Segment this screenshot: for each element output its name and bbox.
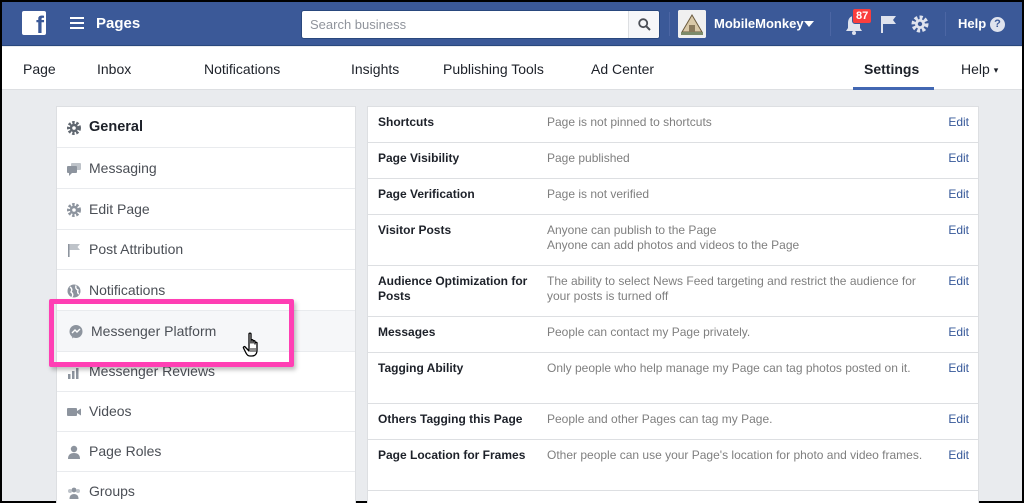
tab-settings[interactable]: Settings bbox=[864, 61, 919, 77]
notification-badge: 87 bbox=[852, 8, 873, 24]
settings-row-others-tagging: Others Tagging this Page People and othe… bbox=[368, 404, 978, 440]
tab-inbox[interactable]: Inbox bbox=[97, 61, 131, 77]
flag-icon[interactable] bbox=[880, 15, 898, 33]
edit-link[interactable]: Edit bbox=[948, 274, 969, 289]
search-input[interactable] bbox=[302, 11, 628, 38]
search-box bbox=[301, 10, 660, 39]
settings-row-shortcuts: Shortcuts Page is not pinned to shortcut… bbox=[368, 107, 978, 143]
edit-link[interactable]: Edit bbox=[948, 151, 969, 166]
tab-help[interactable]: Help ▾ bbox=[961, 61, 998, 77]
sidebar-item-label: General bbox=[89, 119, 143, 135]
setting-value: Anyone can publish to the Page Anyone ca… bbox=[547, 223, 800, 252]
sidebar-item-label: Groups bbox=[89, 483, 135, 499]
chevron-down-icon bbox=[804, 21, 814, 27]
facebook-logo-icon[interactable]: f bbox=[22, 11, 46, 35]
setting-value: Page is not verified bbox=[547, 187, 650, 201]
settings-row-messages: Messages People can contact my Page priv… bbox=[368, 317, 978, 353]
edit-link[interactable]: Edit bbox=[948, 412, 969, 427]
sidebar-item-groups[interactable]: Groups bbox=[57, 471, 355, 503]
setting-name: Messages bbox=[378, 325, 436, 339]
hand-pointer-cursor-icon bbox=[242, 332, 258, 357]
settings-row-tagging-ability: Tagging Ability Only people who help man… bbox=[368, 353, 978, 404]
tab-insights[interactable]: Insights bbox=[351, 61, 399, 77]
caret-down-icon: ▾ bbox=[993, 65, 999, 75]
setting-name: Page Verification bbox=[378, 187, 475, 201]
edit-link[interactable]: Edit bbox=[948, 448, 969, 463]
gear-icon[interactable] bbox=[910, 14, 930, 34]
people-icon bbox=[68, 487, 80, 499]
chat-bubbles-icon bbox=[67, 163, 81, 176]
setting-value: People can contact my Page privately. bbox=[547, 325, 751, 339]
sidebar-item-general[interactable]: General bbox=[57, 107, 355, 148]
app-title[interactable]: Pages bbox=[96, 15, 140, 32]
sidebar-item-page-roles[interactable]: Page Roles bbox=[57, 431, 355, 472]
setting-name: Visitor Posts bbox=[378, 223, 452, 237]
gear-icon bbox=[67, 203, 81, 217]
search-icon bbox=[638, 18, 651, 31]
setting-value: People and other Pages can tag my Page. bbox=[547, 412, 773, 426]
setting-name: Page Visibility bbox=[378, 151, 460, 165]
setting-name: Tagging Ability bbox=[378, 361, 464, 375]
avatar bbox=[678, 10, 706, 38]
sidebar-item-messaging[interactable]: Messaging bbox=[57, 148, 355, 189]
person-icon bbox=[68, 445, 80, 459]
divider bbox=[945, 12, 946, 36]
general-settings-table: Shortcuts Page is not pinned to shortcut… bbox=[367, 106, 979, 503]
sidebar-item-label: Videos bbox=[89, 403, 132, 419]
edit-link[interactable]: Edit bbox=[948, 361, 969, 376]
top-bar: f Pages MobileMonkey 87 bbox=[2, 2, 1022, 46]
tab-help-label: Help bbox=[961, 61, 990, 77]
gear-icon bbox=[67, 121, 81, 135]
flag-icon bbox=[68, 244, 80, 257]
setting-value: Only people who help manage my Page can … bbox=[547, 361, 911, 375]
setting-value: The ability to select News Feed targetin… bbox=[547, 274, 916, 303]
tab-publishing-tools[interactable]: Publishing Tools bbox=[443, 61, 544, 77]
divider bbox=[669, 12, 670, 36]
sidebar-item-videos[interactable]: Videos bbox=[57, 391, 355, 432]
settings-row-page-location-frames: Page Location for Frames Other people ca… bbox=[368, 440, 978, 491]
setting-value: Page is not pinned to shortcuts bbox=[547, 115, 712, 129]
profile-name: MobileMonkey bbox=[714, 16, 804, 31]
help-link[interactable]: Help bbox=[958, 16, 986, 31]
search-button[interactable] bbox=[628, 11, 659, 38]
edit-link[interactable]: Edit bbox=[948, 223, 969, 238]
setting-name: Others Tagging this Page bbox=[378, 412, 523, 426]
setting-name: Page Location for Frames bbox=[378, 448, 526, 462]
sidebar-item-label: Page Roles bbox=[89, 443, 162, 459]
tab-ad-center[interactable]: Ad Center bbox=[591, 61, 654, 77]
edit-link[interactable]: Edit bbox=[948, 325, 969, 340]
active-tab-indicator bbox=[853, 87, 934, 90]
setting-value: Other people can use your Page's locatio… bbox=[547, 448, 923, 462]
settings-row-page-verification: Page Verification Page is not verified E… bbox=[368, 179, 978, 215]
globe-icon bbox=[67, 284, 81, 298]
tab-page[interactable]: Page bbox=[23, 61, 56, 77]
settings-row-visitor-posts: Visitor Posts Anyone can publish to the … bbox=[368, 215, 978, 266]
tab-notifications[interactable]: Notifications bbox=[204, 61, 280, 77]
question-icon[interactable]: ? bbox=[990, 17, 1005, 32]
setting-value: Page published bbox=[547, 151, 630, 165]
sidebar-item-label: Edit Page bbox=[89, 201, 150, 217]
sidebar-item-label: Notifications bbox=[89, 282, 166, 298]
sidebar-item-edit-page[interactable]: Edit Page bbox=[57, 189, 355, 230]
video-camera-icon bbox=[67, 408, 81, 416]
page-tab-bar: Page Inbox Notifications Insights Publis… bbox=[2, 47, 1022, 90]
sidebar-item-label: Post Attribution bbox=[89, 241, 184, 257]
setting-name: Audience Optimization for Posts bbox=[378, 274, 528, 303]
sidebar-item-label: Messaging bbox=[89, 160, 157, 176]
settings-row-page-visibility: Page Visibility Page published Edit bbox=[368, 143, 978, 179]
sidebar-item-post-attribution[interactable]: Post Attribution bbox=[57, 229, 355, 270]
edit-link[interactable]: Edit bbox=[948, 115, 969, 130]
setting-name: Shortcuts bbox=[378, 115, 435, 129]
edit-link[interactable]: Edit bbox=[948, 187, 969, 202]
divider bbox=[830, 12, 831, 36]
menu-icon[interactable] bbox=[70, 17, 84, 29]
settings-row-audience-optimization: Audience Optimization for Posts The abil… bbox=[368, 266, 978, 317]
